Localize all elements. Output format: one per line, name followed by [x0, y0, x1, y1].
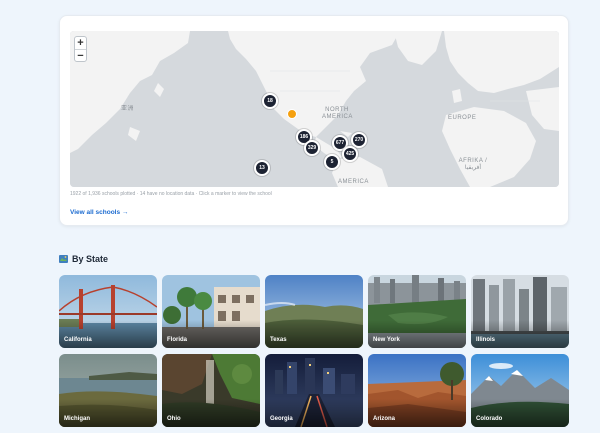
map-label-africa: AFRIKA / أفريقيا	[458, 158, 488, 171]
school-map[interactable]: + − 亚洲 NORTH AMERICA EUROPE AFRIKA / أفر…	[70, 31, 559, 187]
state-name: Texas	[270, 337, 287, 343]
state-tile-california[interactable]: California	[59, 275, 157, 348]
map-status-note: 1922 of 1,936 schools plotted · 14 have …	[70, 191, 272, 197]
school-marker-pin[interactable]	[287, 109, 297, 119]
map-label-europe: EUROPE	[448, 115, 477, 121]
cluster-marker[interactable]: 329	[304, 140, 320, 156]
zoom-control: + −	[74, 36, 87, 62]
state-tile-texas[interactable]: Texas	[265, 275, 363, 348]
map-label-america: AMERICA	[338, 179, 369, 185]
state-name: Illinois	[476, 337, 496, 343]
state-tile-michigan[interactable]: Michigan	[59, 354, 157, 427]
cluster-marker[interactable]: 270	[351, 132, 367, 148]
map-label-north-america: NORTH AMERICA	[322, 107, 353, 120]
state-tile-georgia[interactable]: Georgia	[265, 354, 363, 427]
state-tile-colorado[interactable]: Colorado	[471, 354, 569, 427]
school-map-card: + − 亚洲 NORTH AMERICA EUROPE AFRIKA / أفر…	[59, 15, 569, 226]
zoom-in-button[interactable]: +	[75, 37, 86, 49]
cluster-marker[interactable]: 13	[254, 160, 270, 176]
cluster-marker[interactable]: 5	[324, 154, 340, 170]
state-name: Colorado	[476, 416, 503, 422]
by-state-heading: By State	[59, 254, 108, 264]
state-name: New York	[373, 337, 400, 343]
state-tile-new-york[interactable]: New York	[368, 275, 466, 348]
zoom-out-button[interactable]: −	[75, 49, 86, 61]
cluster-marker[interactable]: 18	[262, 93, 278, 109]
view-all-schools-link[interactable]: View all schools →	[70, 209, 128, 216]
state-tile-arizona[interactable]: Arizona	[368, 354, 466, 427]
state-name: California	[64, 337, 92, 343]
state-name: Florida	[167, 337, 188, 343]
by-state-title: By State	[72, 254, 109, 264]
state-name: Arizona	[373, 416, 396, 422]
state-tile-ohio[interactable]: Ohio	[162, 354, 260, 427]
state-tile-florida[interactable]: Florida	[162, 275, 260, 348]
state-name: Ohio	[167, 416, 181, 422]
map-icon	[59, 255, 68, 263]
state-name: Michigan	[64, 416, 91, 422]
state-tile-illinois[interactable]: Illinois	[471, 275, 569, 348]
cluster-marker[interactable]: 425	[342, 146, 358, 162]
state-name: Georgia	[270, 416, 293, 422]
map-label-asia: 亚洲	[121, 106, 135, 112]
